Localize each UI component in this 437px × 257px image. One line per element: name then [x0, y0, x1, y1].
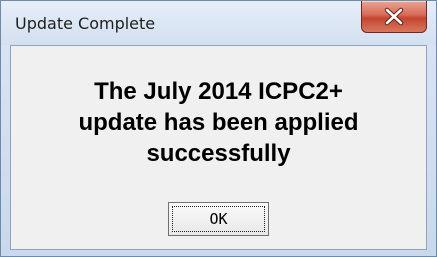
window-title: Update Complete	[15, 14, 156, 33]
title-bar[interactable]: Update Complete	[1, 1, 436, 45]
ok-button[interactable]: OK	[168, 202, 269, 236]
dialog-body: The July 2014 ICPC2+ update has been app…	[10, 45, 427, 250]
close-button[interactable]	[361, 1, 427, 33]
message-line-2: update has been applied	[78, 109, 359, 136]
message-text: The July 2014 ICPC2+ update has been app…	[11, 76, 426, 169]
message-line-3: successfully	[146, 140, 291, 167]
message-line-1: The July 2014 ICPC2+	[94, 78, 343, 105]
close-icon	[384, 7, 404, 26]
dialog-window: Update Complete The July 2014 ICPC2+ upd…	[0, 0, 437, 257]
